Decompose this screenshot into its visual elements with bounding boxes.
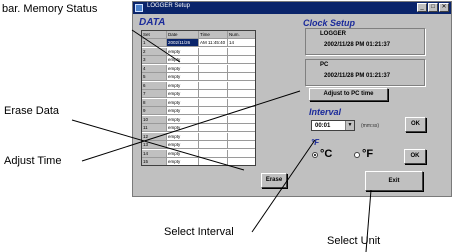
select-interval-callout: Select Interval: [164, 226, 234, 238]
erase-data-callout: Erase Data: [4, 105, 60, 117]
adjust-time-pointer: [81, 90, 301, 162]
adjust-time-callout: Adjust Time: [4, 155, 62, 167]
erase-data-pointer: [71, 119, 245, 171]
memory-status-callout: bar. Memory Status: [2, 3, 98, 15]
select-unit-callout: Select Unit: [327, 235, 381, 247]
memory-status-pointer: [131, 29, 181, 63]
select-interval-pointer: [251, 139, 316, 233]
callout-lines: [71, 29, 372, 252]
